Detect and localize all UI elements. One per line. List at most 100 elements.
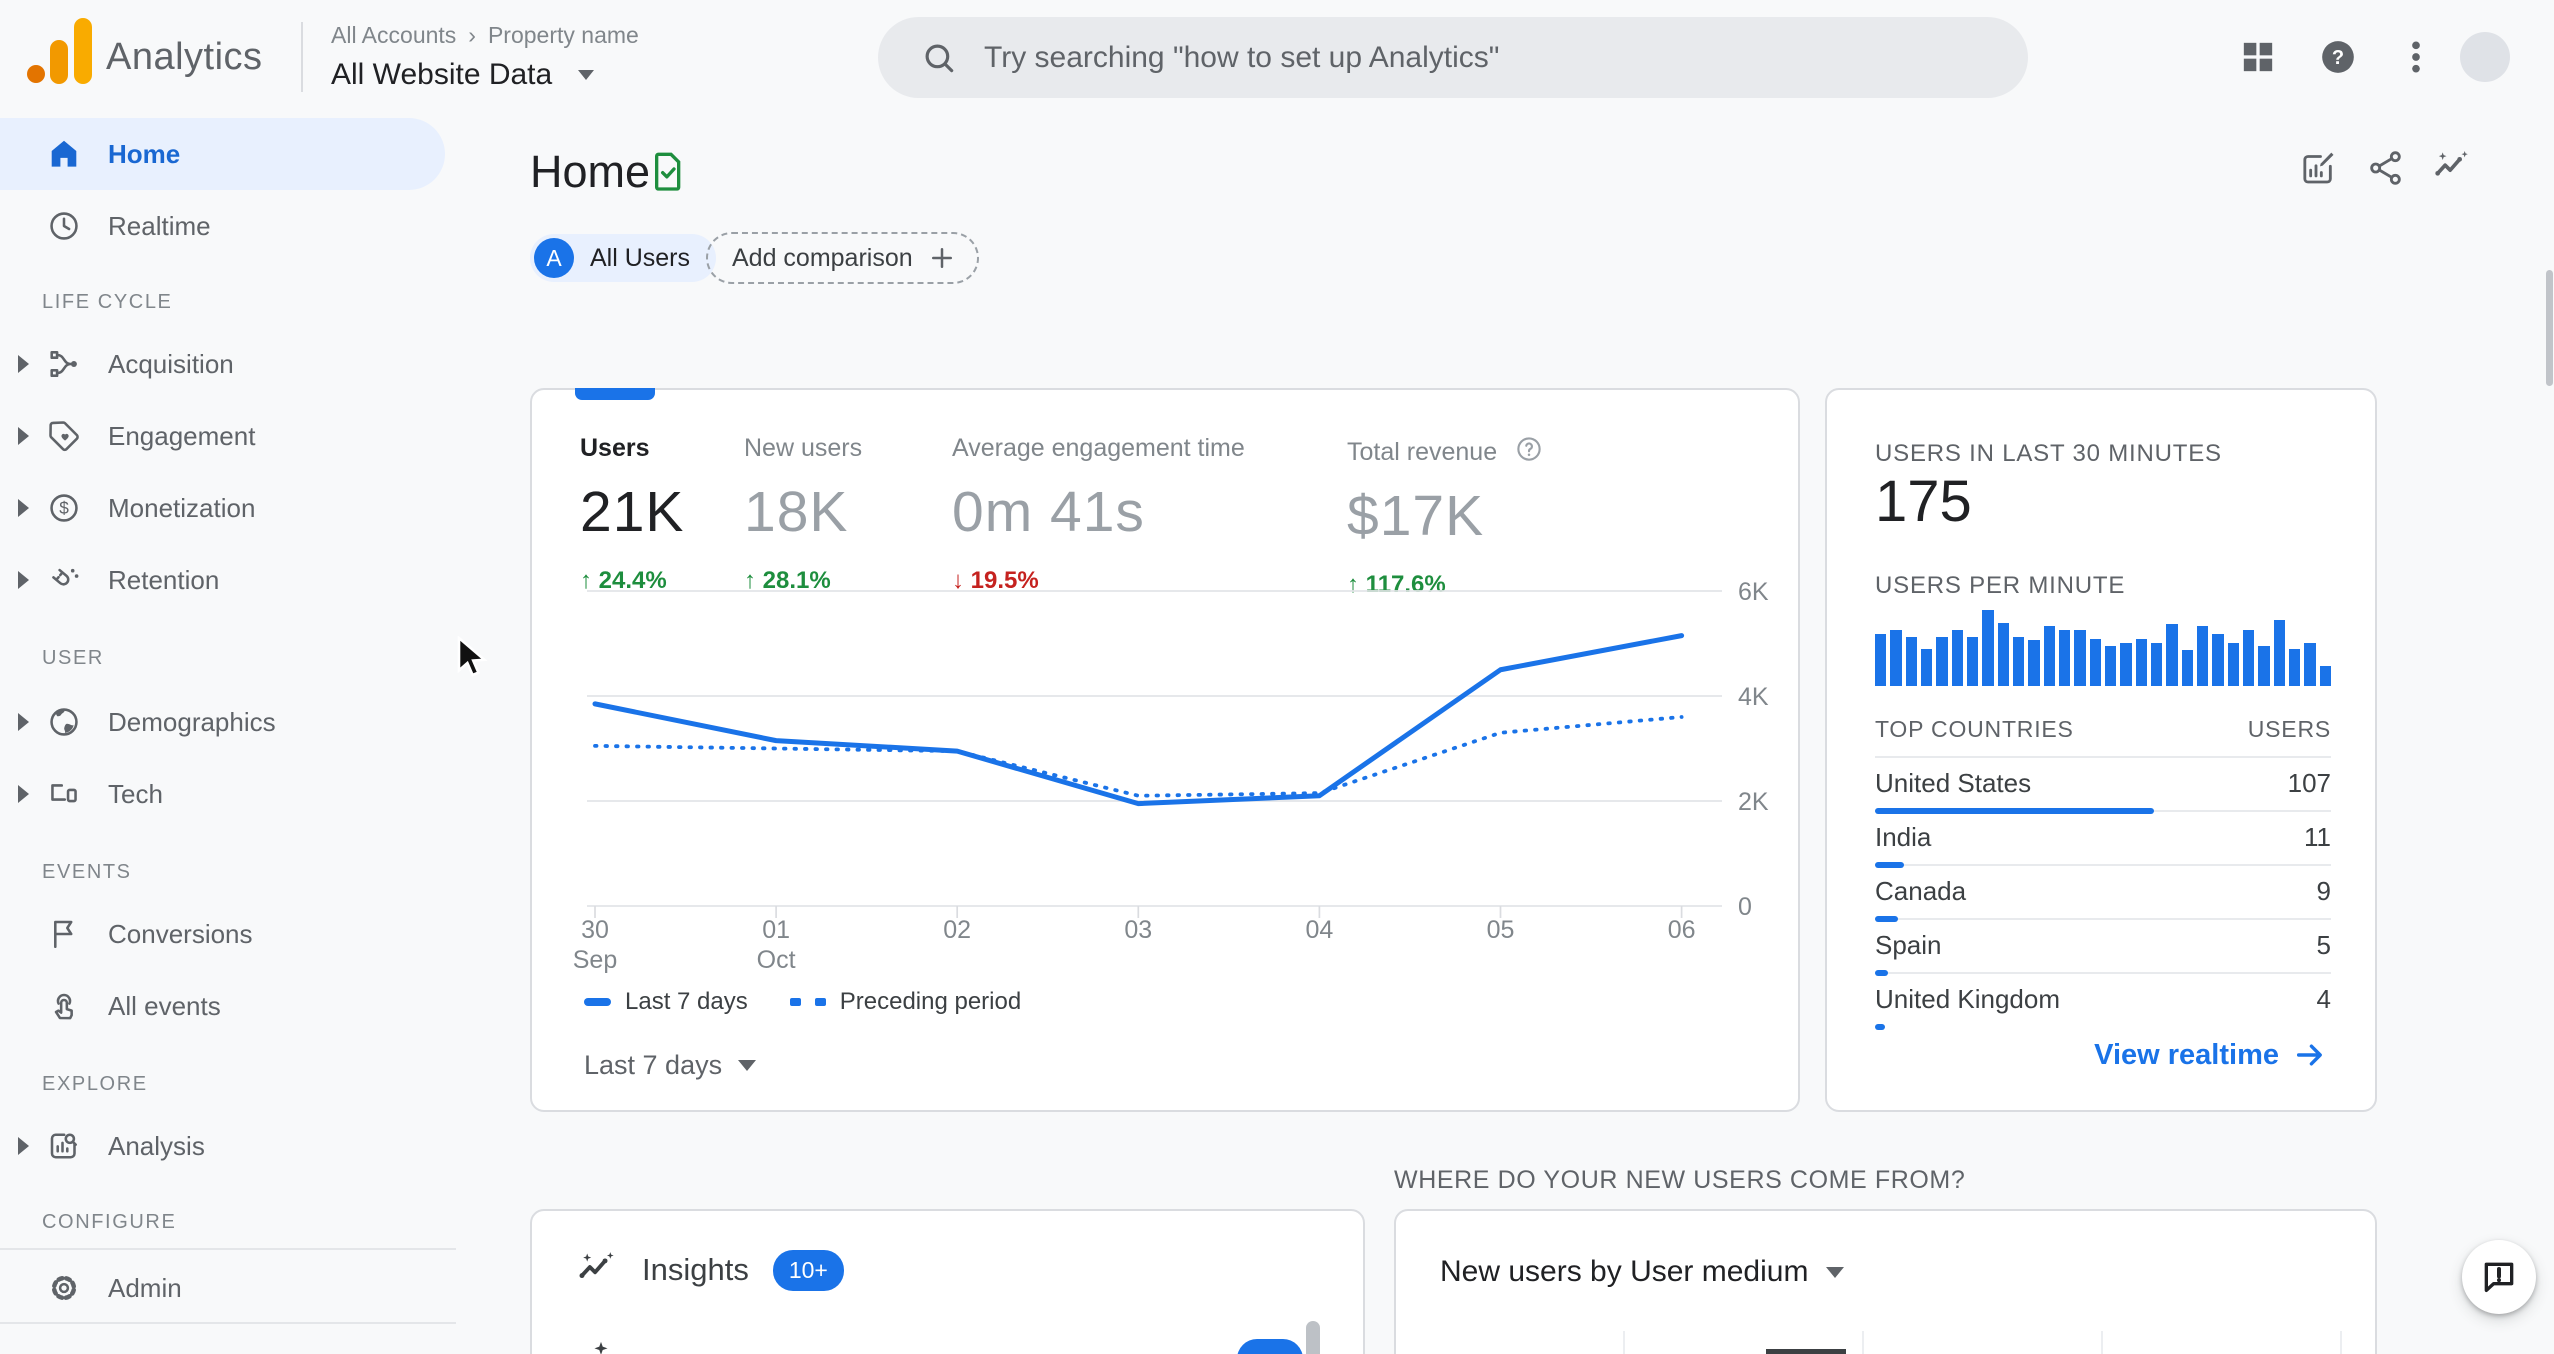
chart-gridline: [2340, 1331, 2342, 1354]
sidebar-item-home[interactable]: Home: [0, 118, 445, 190]
legend-solid-swatch: [584, 998, 611, 1006]
sidebar-item-demographics[interactable]: Demographics: [0, 686, 456, 758]
help-icon[interactable]: ?: [2318, 37, 2358, 77]
minute-bar: [2012, 637, 2025, 686]
sidebar-item-all-events[interactable]: All events: [0, 970, 456, 1042]
expand-arrow-icon[interactable]: [18, 499, 29, 517]
sidebar-section-user: USER: [42, 646, 104, 669]
insights-scrollbar[interactable]: [1306, 1321, 1320, 1354]
expand-arrow-icon[interactable]: [18, 713, 29, 731]
minute-bar: [2273, 620, 2285, 686]
svg-text:6K: 6K: [1738, 578, 1769, 606]
bar-chart-partial-bar: [1766, 1349, 1846, 1354]
share-icon[interactable]: [2366, 148, 2406, 188]
more-vertical-icon[interactable]: [2396, 37, 2436, 77]
add-comparison-button[interactable]: Add comparison: [706, 232, 979, 284]
property-selector[interactable]: All Website Data: [331, 58, 595, 92]
legend-dashed-swatch: [814, 998, 826, 1006]
search-placeholder: Try searching "how to set up Analytics": [984, 40, 1500, 74]
expand-arrow-icon[interactable]: [18, 427, 29, 445]
minute-bar: [2135, 639, 2147, 686]
breadcrumb-property-name[interactable]: Property name: [488, 22, 639, 49]
tab-scroll-indicator: [575, 388, 655, 400]
minute-bar: [2058, 630, 2071, 686]
app-title[interactable]: Analytics: [106, 36, 263, 79]
sidebar-item-conversions[interactable]: Conversions: [0, 898, 456, 970]
minute-bar: [1920, 649, 1933, 686]
help-outline-icon[interactable]: [1514, 434, 1544, 464]
chart-gridline: [1862, 1331, 1864, 1354]
analytics-logo-icon[interactable]: [26, 16, 96, 88]
metric-total-revenue[interactable]: Total revenue $17K ↑ 117.6%: [1347, 434, 1544, 599]
insights-header[interactable]: Insights 10+: [576, 1249, 844, 1291]
overview-report-card: Users 21K ↑ 24.4% New users 18K ↑ 28.1% …: [530, 388, 1800, 1112]
new-users-dimension-selector[interactable]: New users by User medium: [1440, 1255, 1845, 1289]
page-scrollbar-thumb[interactable]: [2546, 270, 2553, 386]
chevron-down-icon: [578, 70, 595, 80]
col-top-countries: TOP COUNTRIES: [1875, 716, 2074, 742]
expand-arrow-icon[interactable]: [18, 355, 29, 373]
sidebar-section-events: EVENTS: [42, 860, 132, 883]
sidebar-item-admin[interactable]: Admin: [0, 1252, 456, 1324]
mouse-cursor: [457, 636, 488, 677]
insight-badge-partial: [1237, 1339, 1303, 1354]
chart-legend: Last 7 days Preceding period: [584, 988, 1021, 1016]
expand-arrow-icon[interactable]: [18, 1137, 29, 1155]
search-icon: [925, 44, 954, 72]
sidebar-item-realtime[interactable]: Realtime: [0, 190, 456, 262]
home-icon: [51, 140, 77, 167]
minute-bar: [2089, 639, 2101, 686]
svg-text:02: 02: [943, 916, 971, 944]
metric-avg-engagement-time[interactable]: Average engagement time 0m 41s ↓ 19.5%: [952, 434, 1245, 595]
analytics-app: Analytics All Accounts › Property name A…: [0, 0, 2554, 1354]
insights-title: Insights: [642, 1252, 749, 1287]
metric-new-users[interactable]: New users 18K ↑ 28.1%: [744, 434, 862, 595]
sidebar-item-acquisition[interactable]: Acquisition: [0, 328, 456, 400]
svg-text:01: 01: [762, 916, 790, 944]
expand-arrow-icon[interactable]: [18, 571, 29, 589]
search-input[interactable]: Try searching "how to set up Analytics": [878, 17, 2028, 98]
date-range-selector[interactable]: Last 7 days: [584, 1050, 757, 1081]
users-per-minute-bar-chart: [1875, 610, 2331, 686]
minute-bar: [1890, 630, 1902, 686]
table-row: United States 107: [1875, 758, 2331, 814]
realtime-users-value: 175: [1875, 469, 1972, 534]
apps-grid-icon[interactable]: [2238, 37, 2278, 77]
minute-bar: [2104, 646, 2117, 686]
insights-sparkline-icon[interactable]: [2432, 148, 2472, 188]
customize-report-icon[interactable]: [2298, 148, 2338, 188]
sidebar-item-engagement[interactable]: Engagement: [0, 400, 456, 472]
legend-dashed-swatch: [789, 998, 801, 1006]
sidebar-section-explore: EXPLORE: [42, 1072, 148, 1095]
sidebar-item-tech[interactable]: Tech: [0, 758, 456, 830]
svg-text:Oct: Oct: [757, 946, 796, 974]
sidebar-item-monetization[interactable]: $ Monetization: [0, 472, 456, 544]
all-events-touch-icon: [54, 993, 73, 1020]
retention-magnet-icon: [52, 568, 79, 586]
insights-sparkline-icon: [579, 1252, 614, 1279]
feedback-chat-button[interactable]: [2462, 1240, 2536, 1314]
countries-table: United States 107 India 11 Canada 9 Spai…: [1875, 758, 2331, 1030]
breadcrumb-all-accounts[interactable]: All Accounts: [331, 22, 456, 49]
sidebar-item-analysis[interactable]: Analysis: [0, 1110, 456, 1182]
minute-bar: [2212, 634, 2224, 686]
svg-text:03: 03: [1124, 916, 1152, 944]
view-realtime-link[interactable]: View realtime: [2094, 1038, 2327, 1072]
minute-bar: [2043, 626, 2055, 686]
svg-text:4K: 4K: [1738, 683, 1769, 711]
all-users-chip[interactable]: A All Users: [530, 234, 717, 282]
minute-bar: [2166, 624, 2178, 686]
svg-text:05: 05: [1487, 916, 1515, 944]
metric-users[interactable]: Users 21K ↑ 24.4%: [580, 434, 684, 595]
minute-bar: [1936, 637, 1948, 686]
chart-gridline: [1623, 1331, 1625, 1354]
svg-text:2K: 2K: [1738, 788, 1769, 816]
expand-arrow-icon[interactable]: [18, 785, 29, 803]
user-avatar[interactable]: [2460, 32, 2510, 82]
segment-avatar: A: [534, 238, 574, 278]
minute-bar: [2319, 666, 2331, 686]
breadcrumb-separator: ›: [468, 22, 476, 48]
sidebar-item-retention[interactable]: Retention: [0, 544, 456, 616]
acquisition-icon: [50, 351, 77, 377]
clock-icon: [50, 212, 78, 240]
